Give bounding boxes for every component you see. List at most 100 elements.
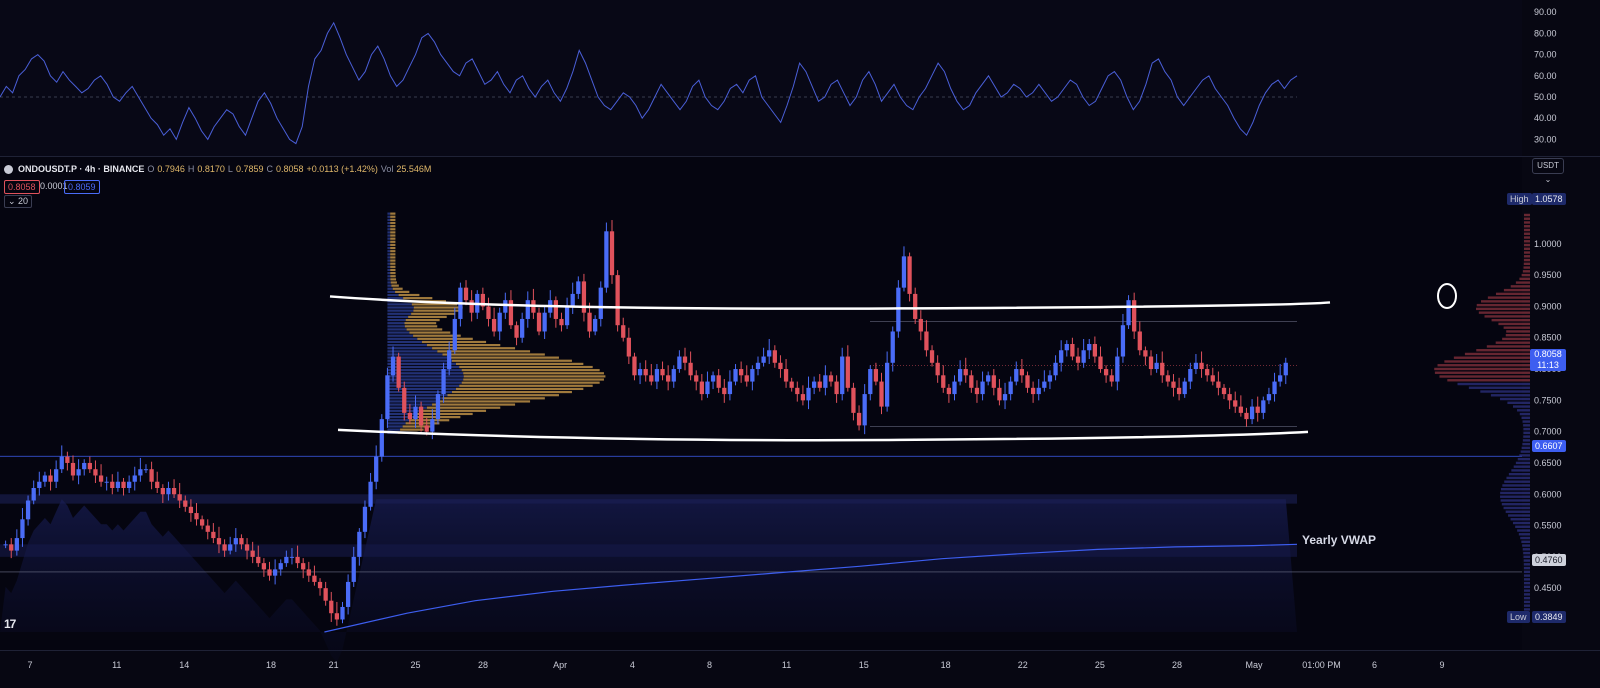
profile-bar-value xyxy=(387,412,418,416)
currency-select[interactable]: USDT ⌄ xyxy=(1532,158,1564,184)
candle-body xyxy=(615,275,620,326)
profile-bar-value xyxy=(387,425,403,428)
side-profile-bar xyxy=(1508,514,1530,517)
side-profile-bar xyxy=(1523,570,1530,574)
side-profile-bar xyxy=(1503,288,1530,292)
candle-body xyxy=(306,569,311,576)
side-profile-bar xyxy=(1447,379,1530,382)
candle-body xyxy=(868,369,873,395)
buy-price-button[interactable]: 0.8059 xyxy=(64,180,100,194)
rsi-tick-label: 70.00 xyxy=(1534,50,1557,60)
profile-bar-value xyxy=(387,312,412,315)
side-profile-bar xyxy=(1518,533,1530,536)
side-profile-bar xyxy=(1523,604,1530,607)
candle-body xyxy=(991,375,996,388)
sell-price-button[interactable]: 0.8058 xyxy=(4,180,40,194)
profile-bar-volume xyxy=(409,331,451,334)
price-tick-label: 0.8500 xyxy=(1534,333,1562,343)
rsi-tick-label: 60.00 xyxy=(1534,71,1557,81)
level2-price-tag: 0.4760 xyxy=(1532,554,1566,566)
candle-body xyxy=(1143,350,1148,357)
tradingview-logo[interactable]: 17 xyxy=(4,617,16,631)
profile-bar-value xyxy=(387,287,393,290)
price-tick-label: 0.9000 xyxy=(1534,301,1562,311)
candle-body xyxy=(1227,394,1232,401)
candle-body xyxy=(497,312,502,332)
chart-canvas[interactable]: 90.00 80.00 70.00 60.00 50.00 40.00 30.00 1.000… xyxy=(0,0,1600,688)
candle-body xyxy=(256,556,261,564)
profile-bar-value xyxy=(387,215,391,218)
profile-bar-value xyxy=(387,259,391,262)
low-value: 0.7859 xyxy=(235,164,264,174)
candle-body xyxy=(9,544,14,551)
side-profile-bar xyxy=(1505,333,1530,337)
profile-bar-value xyxy=(387,278,391,281)
candle-body xyxy=(969,375,974,388)
profile-bar-value xyxy=(387,350,438,353)
profile-bar-volume xyxy=(452,359,572,362)
candle-body xyxy=(334,613,340,620)
profile-bar-value xyxy=(387,272,391,275)
candle-body xyxy=(1210,375,1215,382)
side-profile-bar xyxy=(1464,352,1530,356)
profile-bar-volume xyxy=(463,372,604,375)
candle-body xyxy=(1019,369,1025,376)
candle-body xyxy=(143,469,149,471)
side-profile-bar xyxy=(1515,525,1530,528)
candle-body xyxy=(1030,387,1036,395)
side-profile-bar xyxy=(1523,578,1530,581)
profile-bar-value xyxy=(387,315,409,319)
candle-body xyxy=(952,381,957,395)
candle-body xyxy=(166,488,171,495)
side-profile-bar xyxy=(1521,446,1530,450)
time-tick-label: 9 xyxy=(1439,660,1444,670)
candle-body xyxy=(767,350,772,357)
profile-bar-volume xyxy=(390,218,396,221)
candle-body xyxy=(536,312,542,332)
candle-body xyxy=(138,469,143,476)
candle-body xyxy=(345,581,351,607)
time-tick-label: 8 xyxy=(707,660,712,670)
candle-body xyxy=(25,500,31,520)
candle-body xyxy=(1233,400,1238,407)
side-profile-bar xyxy=(1510,518,1530,521)
candle-body xyxy=(666,375,671,382)
candle-body xyxy=(1137,331,1142,351)
candle-body xyxy=(177,494,182,501)
candle-body xyxy=(997,387,1002,401)
candle-body xyxy=(716,375,721,388)
profile-bar-value xyxy=(387,356,448,359)
candle-body xyxy=(929,350,935,363)
side-profile-bar xyxy=(1486,345,1530,348)
symbol-legend: ONDOUSDT.P · 4h · BINANCE O 0.7946 H 0.817… xyxy=(4,164,431,174)
side-profile-bar xyxy=(1508,472,1530,476)
candle-body xyxy=(699,381,704,395)
candle-body xyxy=(660,369,665,376)
side-profile-bar xyxy=(1523,551,1530,555)
profile-bar-volume xyxy=(390,234,396,237)
candle-body xyxy=(132,475,137,482)
side-profile-bar xyxy=(1522,544,1530,547)
profile-bar-value xyxy=(387,334,414,337)
profile-bar-value xyxy=(387,256,391,259)
side-profile-bar xyxy=(1510,285,1530,288)
symbol-title[interactable]: ONDOUSDT.P · 4h · BINANCE xyxy=(18,164,144,174)
candle-body xyxy=(424,425,429,432)
candle-body xyxy=(323,588,328,601)
candle-body xyxy=(20,519,25,539)
candle-body xyxy=(127,481,132,488)
candle-body xyxy=(289,556,295,558)
candle-body xyxy=(183,500,188,507)
side-profile-bar xyxy=(1500,397,1530,401)
side-profile-bar xyxy=(1524,217,1530,220)
candle-body xyxy=(194,513,199,520)
side-profile-bar xyxy=(1444,360,1530,363)
profile-bar-volume xyxy=(417,412,473,416)
candle-body xyxy=(884,362,890,407)
candle-body xyxy=(3,544,8,546)
indicator-toggle[interactable]: ⌄ 20 xyxy=(4,195,33,208)
profile-bar-volume xyxy=(390,259,396,262)
profile-bar-value xyxy=(387,353,443,356)
candle-body xyxy=(862,394,867,426)
side-profile-bar xyxy=(1523,589,1530,592)
